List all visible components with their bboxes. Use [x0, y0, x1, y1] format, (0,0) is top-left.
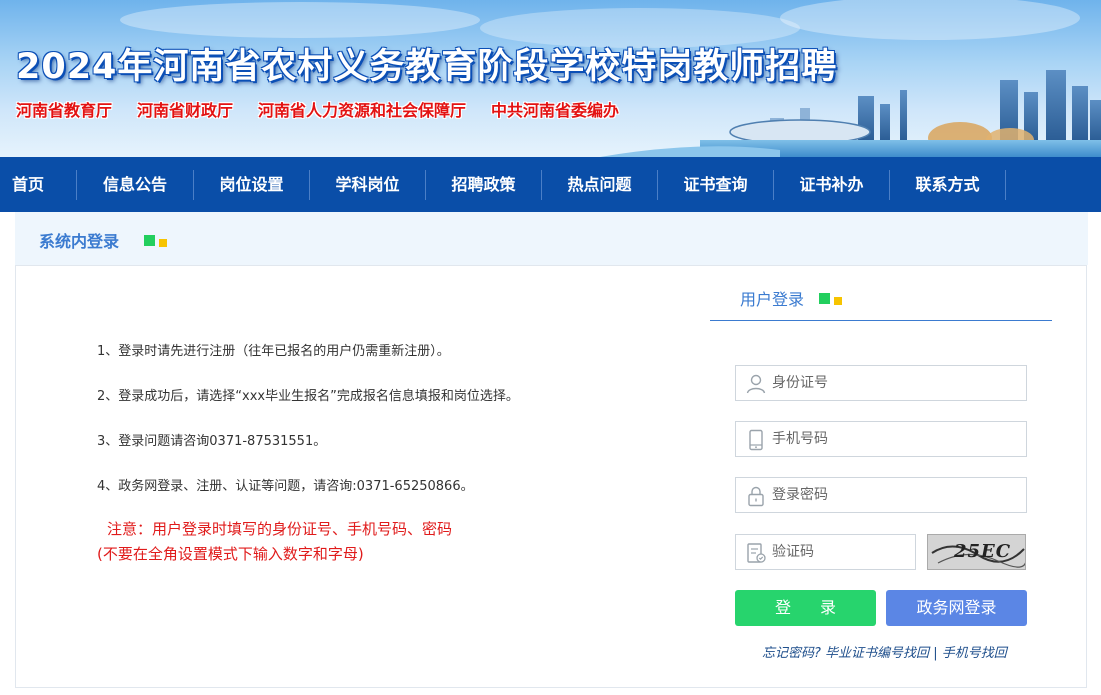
phone-icon — [749, 429, 763, 451]
note-item: 1、登录时请先进行注册（往年已报名的用户仍需重新注册）。 — [97, 344, 450, 359]
captcha-text: 25EC — [954, 541, 1012, 562]
decor-square-icon — [834, 297, 842, 305]
note-item: 4、政务网登录、注册、认证等问题，请咨询:0371-65250866。 — [97, 479, 474, 494]
organizer-name: 中共河南省委编办 — [491, 101, 620, 120]
id-number-field[interactable] — [735, 365, 1027, 401]
id-number-input[interactable] — [772, 366, 1012, 400]
phone-input[interactable] — [772, 422, 1012, 456]
decor-square-icon — [144, 235, 155, 246]
verification-icon — [747, 543, 766, 563]
note-item: 2、登录成功后，请选择“xxx毕业生报名”完成报名信息填报和岗位选择。 — [97, 389, 519, 404]
section-title: 系统内登录 — [39, 232, 120, 251]
recovery-links: 忘记密码? 毕业证书编号找回 | 手机号找回 — [762, 642, 1007, 661]
link-separator: | — [933, 646, 938, 661]
nav-item-announcements[interactable]: 信息公告 — [77, 169, 194, 200]
organizer-name: 河南省财政厅 — [137, 101, 234, 120]
section-header: 系统内登录 — [15, 212, 1088, 265]
nav-item-faq[interactable]: 热点问题 — [542, 169, 658, 200]
password-input[interactable] — [772, 478, 1012, 512]
captcha-input[interactable] — [772, 535, 907, 569]
organizer-name: 河南省教育厅 — [16, 101, 113, 120]
password-field[interactable] — [735, 477, 1027, 513]
phone-field[interactable] — [735, 421, 1027, 457]
decor-square-icon — [819, 293, 830, 304]
nav-item-policy[interactable]: 招聘政策 — [426, 169, 542, 200]
gov-login-button[interactable]: 政务网登录 — [886, 590, 1027, 626]
organizer-list: 河南省教育厅 河南省财政厅 河南省人力资源和社会保障厅 中共河南省委编办 — [16, 97, 644, 121]
nav-item-positions[interactable]: 岗位设置 — [194, 169, 310, 200]
organizer-name: 河南省人力资源和社会保障厅 — [258, 101, 467, 120]
note-item: 3、登录问题请咨询0371-87531551。 — [97, 434, 327, 449]
login-button[interactable]: 登 录 — [735, 590, 876, 626]
warning-text: 注意：用户登录时填写的身份证号、手机号码、密码 — [107, 520, 453, 538]
main-nav: 首页 信息公告 岗位设置 学科岗位 招聘政策 热点问题 证书查询 证书补办 联系… — [0, 157, 1101, 212]
user-icon — [746, 374, 766, 394]
nav-item-certificate-reissue[interactable]: 证书补办 — [774, 169, 890, 200]
login-title: 用户登录 — [740, 290, 805, 309]
captcha-field[interactable] — [735, 534, 916, 570]
nav-item-certificate-query[interactable]: 证书查询 — [658, 169, 774, 200]
forgot-password-link[interactable]: 忘记密码? — [762, 646, 821, 661]
site-title: 2024年河南省农村义务教育阶段学校特岗教师招聘 — [16, 47, 838, 87]
captcha-image[interactable]: 25EC — [927, 534, 1026, 570]
nav-item-subject-positions[interactable]: 学科岗位 — [310, 169, 426, 200]
phone-recovery-link[interactable]: 手机号找回 — [942, 646, 1007, 661]
login-header: 用户登录 — [710, 284, 1052, 321]
lock-icon — [748, 486, 764, 507]
nav-item-contact[interactable]: 联系方式 — [890, 169, 1006, 200]
warning-text: (不要在全角设置模式下输入数字和字母) — [97, 545, 364, 563]
cert-number-recovery-link[interactable]: 毕业证书编号找回 — [825, 646, 929, 661]
nav-item-home[interactable]: 首页 — [0, 169, 77, 200]
header-banner: 2024年河南省农村义务教育阶段学校特岗教师招聘 河南省教育厅 河南省财政厅 河… — [0, 0, 1101, 157]
decor-square-icon — [159, 239, 167, 247]
